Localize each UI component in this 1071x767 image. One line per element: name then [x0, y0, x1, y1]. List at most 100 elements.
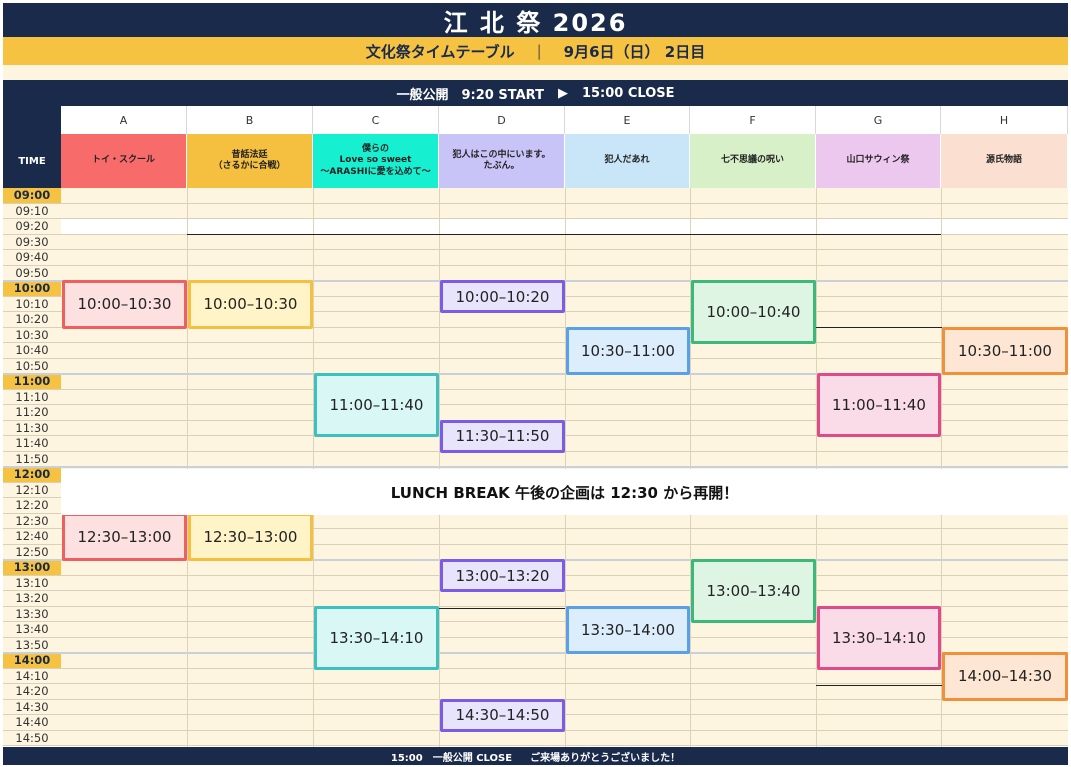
event-block[interactable]: 11:30–11:50 — [440, 419, 565, 453]
time-label: 12:50 — [3, 544, 61, 560]
time-label: 09:10 — [3, 203, 61, 219]
time-label: 11:00 — [3, 374, 61, 390]
project-header-d: 犯人はこの中にいます。 たぶん。 — [439, 134, 565, 188]
page-title: 江 北 祭 2026 — [3, 3, 1068, 37]
time-label: 13:20 — [3, 591, 61, 607]
time-label: 13:50 — [3, 637, 61, 653]
column-divider — [187, 188, 188, 747]
time-label: 10:30 — [3, 327, 61, 343]
open-time: 一般公開 9:20 START — [396, 87, 544, 103]
column-letter-c: C — [313, 106, 439, 134]
time-label: 10:20 — [3, 312, 61, 328]
subtitle: 文化祭タイムテーブル — [365, 42, 515, 61]
event-block[interactable]: 11:00–11:40 — [314, 373, 439, 437]
event-block[interactable]: 10:00–10:30 — [62, 280, 187, 329]
column-letter-e: E — [565, 106, 690, 134]
rule-line — [439, 608, 565, 609]
column-letter-h: H — [941, 106, 1068, 134]
time-label: 09:50 — [3, 265, 61, 281]
header-corner — [3, 106, 61, 134]
time-label: 13:10 — [3, 575, 61, 591]
event-block[interactable]: 13:30–14:10 — [817, 605, 941, 670]
project-header-b: 昔話法廷 （さるかに合戦） — [187, 134, 313, 188]
time-label: 11:30 — [3, 420, 61, 436]
time-label: 11:10 — [3, 389, 61, 405]
footer-close: 15:00 一般公開 CLOSE — [390, 752, 513, 764]
time-column-header: TIME — [3, 134, 61, 188]
time-label: 12:20 — [3, 498, 61, 514]
time-label: 09:20 — [3, 219, 61, 235]
event-block[interactable]: 11:00–11:40 — [817, 373, 941, 437]
rule-line — [565, 234, 691, 235]
rule-line — [816, 234, 941, 235]
public-hours-bar: 一般公開 9:20 START ▶ 15:00 CLOSE — [3, 80, 1068, 106]
time-label: 13:00 — [3, 560, 61, 576]
time-label: 10:10 — [3, 296, 61, 312]
event-block[interactable]: 10:30–11:00 — [942, 326, 1068, 375]
lunch-break-banner: LUNCH BREAK 午後の企画は 12:30 から再開！ — [61, 469, 1068, 515]
event-block[interactable]: 13:30–14:00 — [566, 605, 690, 654]
hour-divider — [3, 466, 1068, 468]
project-header-a: トイ・スクール — [61, 134, 187, 188]
time-label: 12:30 — [3, 513, 61, 529]
play-arrow-icon: ▶ — [557, 85, 568, 101]
time-label: 09:00 — [3, 188, 61, 204]
column-divider — [690, 188, 691, 747]
footer-thanks: ご来場ありがとうございました！ — [530, 752, 681, 764]
event-block[interactable]: 10:00–10:40 — [691, 280, 816, 344]
subtitle-bar: 文化祭タイムテーブル | 9月6日（日） 2日目 — [3, 37, 1068, 65]
time-label: 11:50 — [3, 451, 61, 467]
time-label: 12:00 — [3, 467, 61, 483]
event-block[interactable]: 10:30–11:00 — [566, 326, 690, 375]
project-header-g: 山口サウィン祭 — [816, 134, 941, 188]
rule-line — [439, 234, 565, 235]
time-label: 10:50 — [3, 358, 61, 374]
column-letter-b: B — [187, 106, 313, 134]
time-label: 11:40 — [3, 436, 61, 452]
time-label: 14:20 — [3, 684, 61, 700]
rule-line — [187, 234, 313, 235]
time-label: 14:10 — [3, 668, 61, 684]
time-label: 09:40 — [3, 250, 61, 266]
time-label: 12:10 — [3, 482, 61, 498]
column-divider — [565, 188, 566, 747]
project-header-c: 僕らの Love so sweet ～ARASHIに愛を込めて～ — [313, 134, 439, 188]
subtitle-separator: | — [536, 42, 542, 60]
event-block[interactable]: 10:00–10:30 — [188, 280, 313, 329]
rule-line — [690, 234, 816, 235]
time-label: 13:30 — [3, 606, 61, 622]
time-label: 14:40 — [3, 715, 61, 731]
project-header-e: 犯人だあれ — [565, 134, 690, 188]
project-header-f: 七不思議の呪い — [690, 134, 816, 188]
event-block[interactable]: 12:30–13:00 — [188, 512, 313, 561]
time-label: 11:20 — [3, 405, 61, 421]
time-label: 09:30 — [3, 234, 61, 250]
event-block[interactable]: 12:30–13:00 — [62, 512, 187, 561]
spacer-strip — [3, 65, 1068, 80]
footer-bar: 15:00 一般公開 CLOSE ご来場ありがとうございました！ — [3, 747, 1068, 765]
column-letter-f: F — [690, 106, 816, 134]
event-block[interactable]: 13:00–13:20 — [440, 559, 565, 592]
rule-line — [313, 234, 439, 235]
time-label: 14:30 — [3, 699, 61, 715]
time-label: 13:40 — [3, 622, 61, 638]
close-time: 15:00 CLOSE — [581, 85, 675, 101]
column-letter-a: A — [61, 106, 187, 134]
time-label: 14:00 — [3, 653, 61, 669]
event-block[interactable]: 14:00–14:30 — [942, 652, 1068, 701]
column-letter-d: D — [439, 106, 565, 134]
event-block[interactable]: 13:30–14:10 — [314, 605, 439, 670]
project-header-h: 源氏物語 — [941, 134, 1068, 188]
time-label: 10:00 — [3, 281, 61, 297]
rule-line — [816, 685, 942, 686]
column-divider — [439, 188, 440, 747]
event-block[interactable]: 13:00–13:40 — [691, 559, 816, 623]
rule-line — [816, 327, 942, 328]
time-label: 14:50 — [3, 730, 61, 746]
event-block[interactable]: 14:30–14:50 — [440, 698, 565, 732]
column-letter-g: G — [816, 106, 941, 134]
event-date: 9月6日（日） 2日目 — [563, 42, 706, 61]
event-block[interactable]: 10:00–10:20 — [440, 280, 565, 313]
time-label: 10:40 — [3, 343, 61, 359]
time-label: 12:40 — [3, 529, 61, 545]
